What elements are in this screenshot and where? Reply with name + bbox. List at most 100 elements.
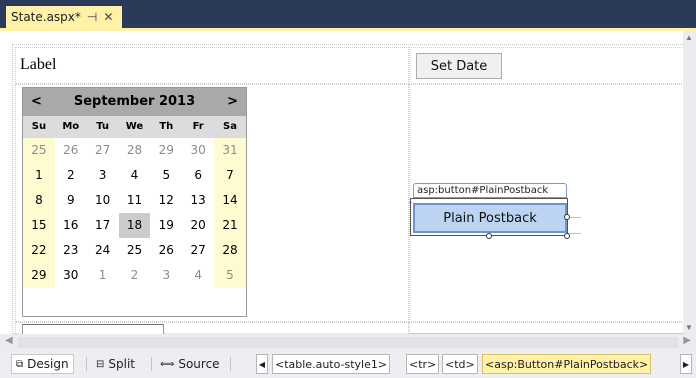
breadcrumb-table[interactable]: <table.auto-style1> — [272, 354, 391, 374]
design-surface[interactable]: Label Set Date < September 2013 > Su Mo Tu… — [0, 31, 696, 378]
calendar-day[interactable]: 25 — [23, 138, 55, 163]
calendar-day[interactable]: 26 — [55, 138, 87, 163]
calendar-day[interactable]: 11 — [119, 188, 151, 213]
calendar-week-row: 22 23 24 25 26 27 28 — [23, 238, 246, 263]
calendar-day[interactable]: 26 — [150, 238, 182, 263]
document-tab-state-aspx[interactable]: State.aspx* ⊣ ✕ — [6, 6, 122, 28]
calendar-day-name: Th — [159, 121, 174, 132]
resize-handle-bottom[interactable] — [486, 233, 492, 239]
calendar-day[interactable]: 3 — [150, 263, 182, 288]
calendar-day[interactable]: 10 — [87, 188, 119, 213]
calendar-day[interactable]: 27 — [87, 138, 119, 163]
calendar-day[interactable]: 2 — [119, 263, 151, 288]
close-icon[interactable]: ✕ — [103, 10, 113, 24]
calendar-day[interactable]: 30 — [182, 138, 214, 163]
calendar-day[interactable]: 13 — [182, 188, 214, 213]
calendar-day[interactable]: 8 — [23, 188, 55, 213]
tab-title: State.aspx* — [11, 10, 81, 24]
calendar-day[interactable]: 1 — [23, 163, 55, 188]
view-mode-bar: ⧉ Design ⊟ Split ⟺ Source ◀ <table.auto-… — [0, 351, 696, 378]
breadcrumb-prev-icon[interactable]: ◀ — [256, 354, 268, 374]
calendar-day[interactable]: 9 — [55, 188, 87, 213]
calendar-day[interactable]: 22 — [23, 238, 55, 263]
horizontal-scrollbar[interactable]: ◀ ▶ — [0, 334, 696, 351]
scroll-right-icon[interactable]: ▶ — [683, 335, 691, 346]
element-tag-label: asp:button#PlainPostback — [413, 183, 567, 198]
calendar-day[interactable]: 4 — [119, 163, 151, 188]
design-view-button[interactable]: ⧉ Design — [11, 354, 74, 374]
calendar-day[interactable]: 30 — [55, 263, 87, 288]
calendar-day[interactable]: 27 — [182, 238, 214, 263]
calendar-day[interactable]: 3 — [87, 163, 119, 188]
scroll-down-icon[interactable]: ▼ — [685, 323, 693, 332]
document-tab-bar: State.aspx* ⊣ ✕ — [0, 0, 696, 28]
calendar-day[interactable]: 28 — [214, 238, 246, 263]
calendar-next-month[interactable]: > — [227, 94, 238, 109]
calendar-day[interactable]: 23 — [55, 238, 87, 263]
calendar-day[interactable]: 15 — [23, 213, 55, 238]
resize-handle-corner[interactable] — [564, 233, 570, 239]
calendar-week-row: 25 26 27 28 29 30 31 — [23, 138, 246, 163]
vertical-scrollbar[interactable]: ▲ ▼ — [683, 31, 696, 334]
calendar-week-row: 15 16 17 18 19 20 21 — [23, 213, 246, 238]
calendar-day[interactable]: 14 — [214, 188, 246, 213]
divider — [151, 357, 152, 371]
calendar-week-row: 29 30 1 2 3 4 5 — [23, 263, 246, 288]
calendar-week-row: 1234567 — [23, 163, 246, 188]
calendar-day[interactable]: 6 — [182, 163, 214, 188]
calendar-day-names: Su Mo Tu We Th Fr Sa — [23, 116, 246, 138]
calendar-day[interactable]: 16 — [55, 213, 87, 238]
scroll-track[interactable] — [18, 337, 678, 348]
table-cell-label[interactable] — [15, 47, 409, 84]
design-view-icon: ⧉ — [16, 358, 24, 370]
calendar-day[interactable]: 18 — [118, 213, 151, 238]
breadcrumb-td[interactable]: <td> — [442, 354, 478, 374]
plain-postback-button[interactable]: Plain Postback — [413, 203, 567, 233]
breadcrumb-asp-button[interactable]: <asp:Button#PlainPostback> — [482, 354, 652, 374]
calendar-day[interactable]: 19 — [150, 213, 182, 238]
calendar-day[interactable]: 21 — [214, 213, 246, 238]
label-control[interactable]: Label — [20, 56, 56, 74]
calendar-title: September 2013 — [73, 94, 196, 109]
calendar-day[interactable]: 12 — [150, 188, 182, 213]
breadcrumb-tr[interactable]: <tr> — [406, 354, 440, 374]
resize-handle-right[interactable] — [564, 214, 570, 220]
calendar-weeks: 25 26 27 28 29 30 31 1 2 3 4 5 6 7 8 9 10 11 12 13 14 15 16 17 1… — [23, 138, 246, 288]
breadcrumb-next-icon[interactable]: ▶ — [680, 354, 692, 374]
calendar-day[interactable]: 7 — [214, 163, 246, 188]
split-view-button[interactable]: ⊟ Split — [92, 354, 139, 374]
table-cell-empty[interactable] — [409, 322, 686, 334]
calendar-day[interactable]: 29 — [23, 263, 55, 288]
calendar-day-name: Sa — [223, 121, 237, 132]
split-view-label: Split — [108, 357, 135, 371]
calendar-day-name: Su — [31, 121, 47, 132]
calendar-day-name: Fr — [192, 121, 204, 132]
divider — [86, 357, 87, 371]
source-view-button[interactable]: ⟺ Source — [156, 354, 224, 374]
calendar-day[interactable]: 5 — [150, 163, 182, 188]
split-view-icon: ⊟ — [96, 358, 105, 370]
calendar-day[interactable]: 5 — [214, 263, 246, 288]
scroll-left-icon[interactable]: ◀ — [5, 335, 13, 346]
design-view-label: Design — [27, 357, 69, 371]
calendar-day[interactable]: 25 — [119, 238, 151, 263]
calendar-day[interactable]: 2 — [55, 163, 87, 188]
source-view-icon: ⟺ — [160, 358, 175, 370]
calendar-week-row: 8 9 10 11 12 13 14 — [23, 188, 246, 213]
divider — [230, 357, 231, 371]
calendar-day-name: Tu — [96, 121, 110, 132]
scroll-up-icon[interactable]: ▲ — [685, 33, 693, 42]
calendar-control[interactable]: < September 2013 > Su Mo Tu We Th Fr Sa 25 26 27… — [22, 87, 247, 317]
calendar-day[interactable]: 1 — [87, 263, 119, 288]
calendar-day[interactable]: 4 — [182, 263, 214, 288]
calendar-day[interactable]: 28 — [119, 138, 151, 163]
set-date-button[interactable]: Set Date — [416, 53, 502, 79]
calendar-header: < September 2013 > — [23, 88, 246, 116]
calendar-day[interactable]: 31 — [214, 138, 246, 163]
calendar-day[interactable]: 20 — [182, 213, 214, 238]
calendar-day[interactable]: 29 — [150, 138, 182, 163]
pin-icon[interactable]: ⊣ — [87, 10, 97, 24]
calendar-day[interactable]: 24 — [87, 238, 119, 263]
calendar-day-name: We — [125, 121, 144, 132]
calendar-day[interactable]: 17 — [87, 213, 119, 238]
